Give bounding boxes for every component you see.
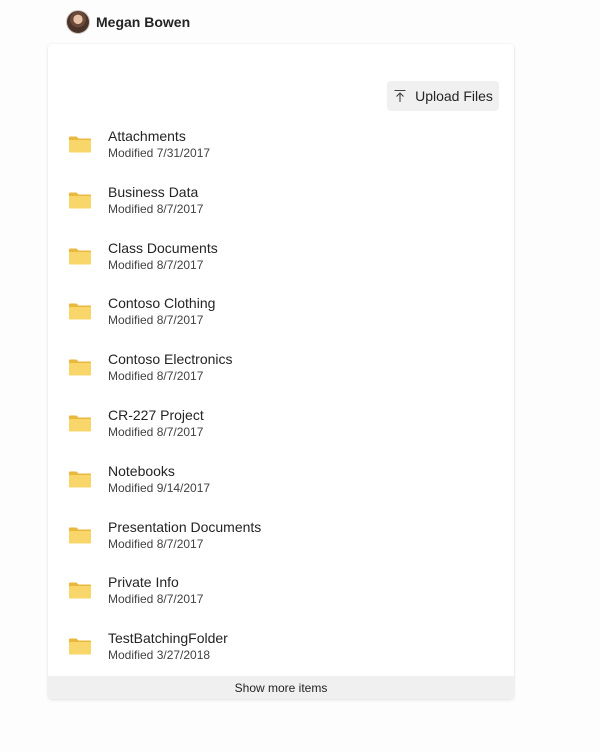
list-item[interactable]: Private Info Modified 8/7/2017 [48, 574, 514, 630]
list-item[interactable]: Presentation Documents Modified 8/7/2017 [48, 519, 514, 575]
item-name: Notebooks [108, 462, 175, 479]
item-modified: Modified 3/27/2018 [108, 648, 211, 663]
folder-icon [69, 638, 91, 655]
item-modified: Modified 8/7/2017 [108, 592, 204, 607]
upload-files-button[interactable]: Upload Files [387, 81, 499, 111]
list-item[interactable]: Business Data Modified 8/7/2017 [48, 184, 514, 240]
folder-icon [69, 359, 91, 376]
list-item[interactable]: Attachments Modified 7/31/2017 [48, 128, 514, 184]
item-name: Presentation Documents [108, 518, 262, 535]
item-name: Business Data [108, 183, 199, 200]
item-modified: Modified 7/31/2017 [108, 146, 211, 160]
list-item[interactable]: Class Documents Modified 8/7/2017 [48, 240, 514, 296]
user-header: Megan Bowen [66, 10, 190, 34]
upload-files-label: Upload Files [415, 88, 493, 104]
item-modified: Modified 8/7/2017 [108, 424, 204, 439]
user-name: Megan Bowen [96, 14, 191, 30]
folder-icon [69, 527, 91, 544]
folder-icon [69, 303, 91, 320]
folder-icon [69, 582, 91, 599]
folder-icon [69, 471, 91, 488]
item-modified: Modified 9/14/2017 [108, 480, 211, 495]
folder-icon [69, 415, 91, 432]
item-modified: Modified 8/7/2017 [108, 536, 204, 551]
show-more-button[interactable]: Show more items [48, 676, 514, 699]
list-item[interactable]: Notebooks Modified 9/14/2017 [48, 463, 514, 519]
item-name: Contoso Clothing [108, 295, 216, 312]
show-more-label: Show more items [234, 680, 328, 695]
item-name: CR-227 Project [108, 406, 204, 423]
item-modified: Modified 8/7/2017 [108, 369, 204, 384]
item-name: TestBatchingFolder [108, 630, 228, 647]
folder-icon [69, 136, 91, 153]
item-modified: Modified 8/7/2017 [108, 201, 204, 216]
item-name: Private Info [108, 574, 179, 591]
item-modified: Modified 8/7/2017 [108, 313, 204, 328]
folder-icon [69, 248, 91, 265]
arrow-up-to-line-icon [394, 89, 406, 102]
list-item[interactable]: Contoso Clothing Modified 8/7/2017 [48, 295, 514, 351]
files-card: Upload Files Attachments Modified 7/31/2… [48, 44, 514, 699]
item-name: Attachments [108, 128, 186, 144]
avatar [66, 10, 90, 34]
list-item[interactable]: Contoso Electronics Modified 8/7/2017 [48, 351, 514, 407]
item-name: Contoso Electronics [108, 351, 233, 368]
file-list: Attachments Modified 7/31/2017 Business … [48, 128, 514, 686]
item-name: Class Documents [108, 239, 218, 256]
folder-icon [69, 192, 91, 209]
item-modified: Modified 8/7/2017 [108, 257, 204, 272]
list-item[interactable]: CR-227 Project Modified 8/7/2017 [48, 407, 514, 463]
